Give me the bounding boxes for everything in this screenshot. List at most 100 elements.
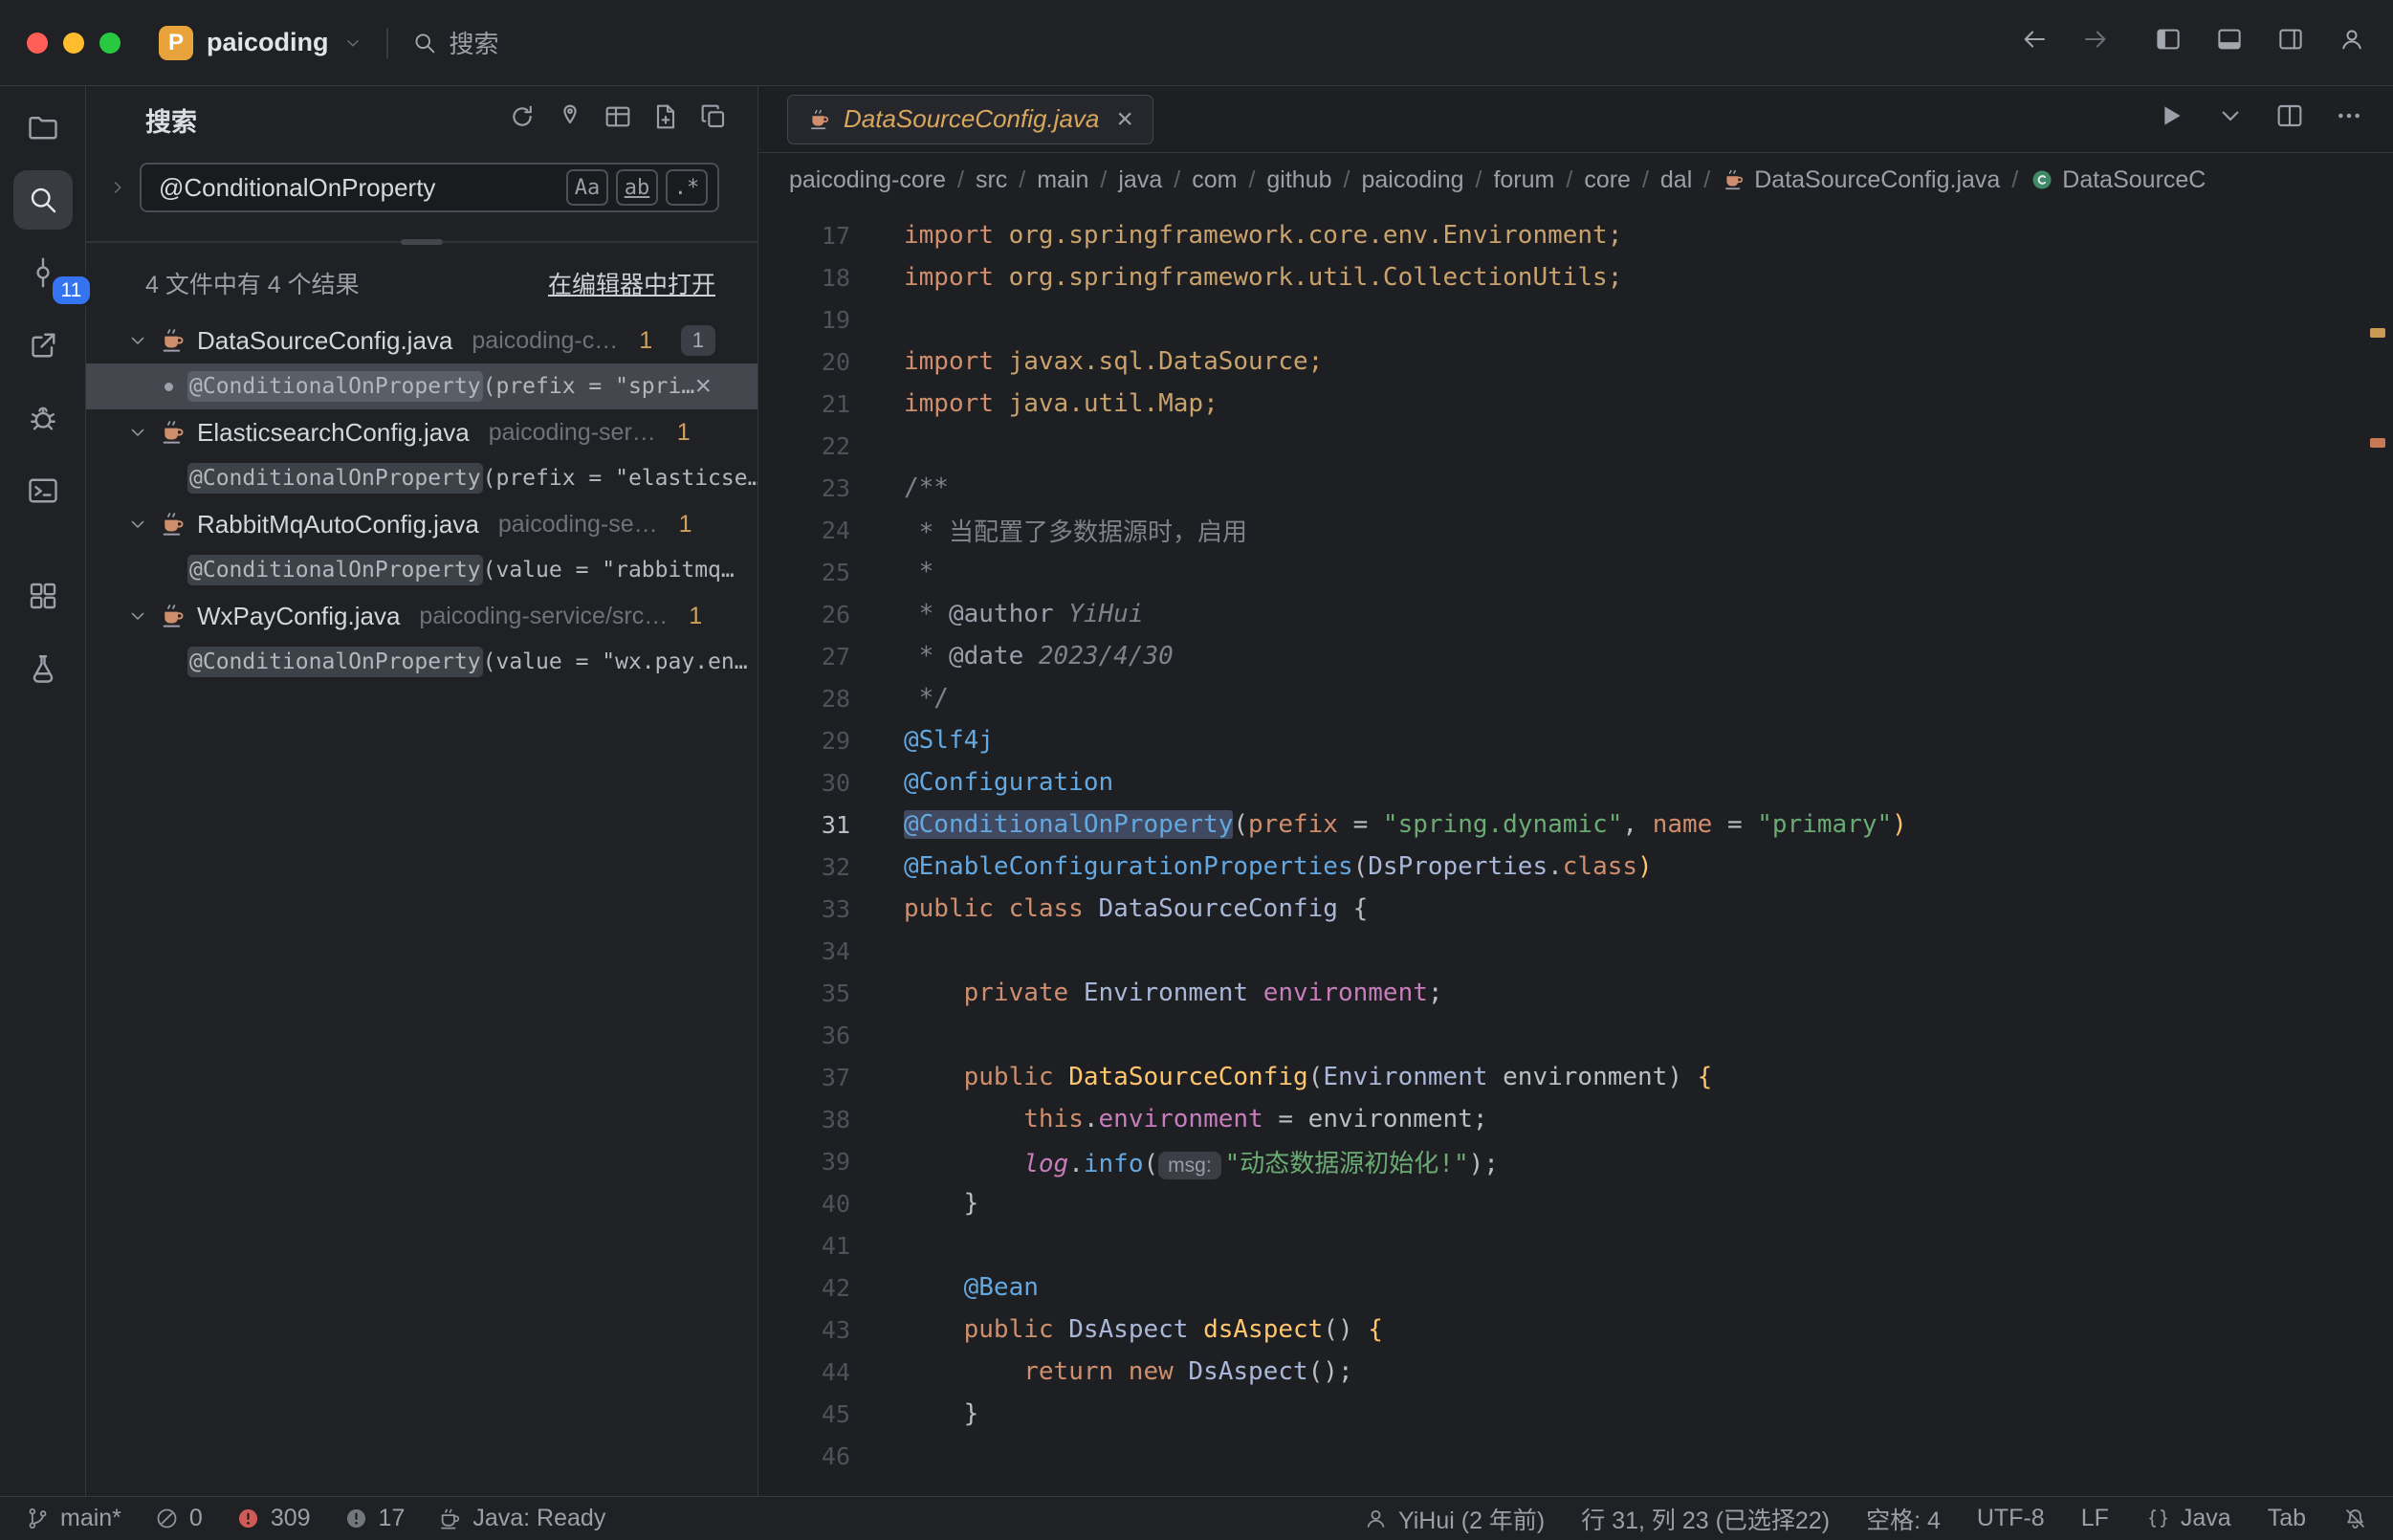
toggle-left-panel-button[interactable] xyxy=(2154,25,2183,60)
file-type[interactable]: Java xyxy=(2145,1505,2231,1532)
regex-toggle[interactable]: .* xyxy=(666,169,708,206)
breadcrumb-item[interactable]: paicoding-core xyxy=(789,166,946,194)
run-button[interactable] xyxy=(2156,100,2186,138)
search-result-file-row[interactable]: DataSourceConfig.javapaicoding-c…11 xyxy=(86,318,757,363)
toggle-bottom-panel-button[interactable] xyxy=(2215,25,2244,60)
activity-plugins-button[interactable] xyxy=(13,566,73,626)
code-line[interactable]: 36 xyxy=(758,1014,2393,1056)
new-file-button[interactable] xyxy=(650,101,681,139)
code-line[interactable]: 17import org.springframework.core.env.En… xyxy=(758,214,2393,256)
code-line[interactable]: 27 * @date 2023/4/30 xyxy=(758,635,2393,677)
code-line[interactable]: 38 this.environment = environment; xyxy=(758,1098,2393,1140)
code-line[interactable]: 26 * @author YiHui xyxy=(758,593,2393,635)
match-case-toggle[interactable]: Aa xyxy=(566,169,608,206)
run-options-button[interactable] xyxy=(2215,100,2246,138)
code-line[interactable]: 45 } xyxy=(758,1393,2393,1435)
code-line[interactable]: 29@Slf4j xyxy=(758,719,2393,761)
fullscreen-window-button[interactable] xyxy=(99,33,121,54)
copy-results-button[interactable] xyxy=(698,101,729,139)
breadcrumb-item[interactable]: com xyxy=(1192,166,1237,194)
breadcrumb-item[interactable]: github xyxy=(1266,166,1331,194)
editor-tab[interactable]: DataSourceConfig.java × xyxy=(787,95,1153,144)
code-line[interactable]: 19 xyxy=(758,298,2393,341)
close-tab-button[interactable]: × xyxy=(1116,105,1133,134)
breadcrumb-item[interactable]: src xyxy=(976,166,1007,194)
code-line[interactable]: 41 xyxy=(758,1224,2393,1266)
breadcrumb-item[interactable]: paicoding xyxy=(1361,166,1463,194)
code-line[interactable]: 30@Configuration xyxy=(758,761,2393,803)
tab-indicator[interactable]: Tab xyxy=(2268,1505,2306,1532)
code-line[interactable]: 40 } xyxy=(758,1182,2393,1224)
code-line[interactable]: 42 @Bean xyxy=(758,1266,2393,1309)
code-line[interactable]: 31@ConditionalOnProperty(prefix = "sprin… xyxy=(758,803,2393,846)
notifications[interactable] xyxy=(2342,1506,2368,1531)
back-button[interactable] xyxy=(2020,25,2049,60)
language-status[interactable]: Java: Ready xyxy=(437,1505,605,1532)
problems-warnings[interactable]: 17 xyxy=(343,1505,406,1532)
breadcrumb-item[interactable]: java xyxy=(1118,166,1162,194)
breadcrumb-item[interactable]: core xyxy=(1584,166,1631,194)
more-options-button[interactable] xyxy=(2334,100,2364,138)
code-line[interactable]: 34 xyxy=(758,930,2393,972)
search-result-file-row[interactable]: WxPayConfig.javapaicoding-service/src…1 xyxy=(86,593,757,639)
forward-button[interactable] xyxy=(2081,25,2110,60)
activity-commit-button[interactable]: 11 xyxy=(13,243,73,302)
code-line[interactable]: 44 return new DsAspect(); xyxy=(758,1351,2393,1393)
panel-splitter[interactable] xyxy=(86,241,757,243)
activity-project-button[interactable] xyxy=(13,98,73,157)
code-line[interactable]: 18import org.springframework.util.Collec… xyxy=(758,256,2393,298)
code-line[interactable]: 21import java.util.Map; xyxy=(758,383,2393,425)
code-line[interactable]: 28 */ xyxy=(758,677,2393,719)
code-line[interactable]: 37 public DataSourceConfig(Environment e… xyxy=(758,1056,2393,1098)
close-window-button[interactable] xyxy=(27,33,48,54)
search-result-match-row[interactable]: @ConditionalOnProperty(value = "wx.pay.e… xyxy=(86,639,757,685)
code-line[interactable]: 46 xyxy=(758,1435,2393,1477)
code-line[interactable]: 22 xyxy=(758,425,2393,467)
breadcrumb-item[interactable]: DataSourceConfig.java xyxy=(1722,166,2000,194)
code-line[interactable]: 33public class DataSourceConfig { xyxy=(758,888,2393,930)
activity-tests-button[interactable] xyxy=(13,639,73,698)
activity-terminal-button[interactable] xyxy=(13,461,73,520)
user-profile-button[interactable] xyxy=(2338,25,2366,60)
breadcrumb-item[interactable]: dal xyxy=(1660,166,1692,194)
search-result-match-row[interactable]: @ConditionalOnProperty(prefix = "spri…× xyxy=(86,363,757,409)
search-result-match-row[interactable]: @ConditionalOnProperty(prefix = "elastic… xyxy=(86,455,757,501)
indent[interactable]: 空格: 4 xyxy=(1866,1502,1941,1536)
remove-result-button[interactable]: × xyxy=(694,370,712,403)
toggle-right-panel-button[interactable] xyxy=(2276,25,2305,60)
activity-share-button[interactable] xyxy=(13,316,73,375)
breadcrumb-item[interactable]: DataSourceC xyxy=(2030,166,2206,194)
project-selector[interactable]: P paicoding xyxy=(159,26,363,60)
search-result-file-row[interactable]: RabbitMqAutoConfig.javapaicoding-se…1 xyxy=(86,501,757,547)
caret-position[interactable]: 行 31, 列 23 (已选择22) xyxy=(1581,1502,1830,1536)
encoding[interactable]: UTF-8 xyxy=(1977,1505,2045,1532)
split-editor-button[interactable] xyxy=(2274,100,2305,138)
code-line[interactable]: 43 public DsAspect dsAspect() { xyxy=(758,1309,2393,1351)
expand-replace-chevron-icon[interactable] xyxy=(107,177,128,198)
breadcrumb-item[interactable]: main xyxy=(1037,166,1088,194)
code-line[interactable]: 35 private Environment environment; xyxy=(758,972,2393,1014)
problems-errors[interactable]: 309 xyxy=(235,1505,311,1532)
activity-debug-button[interactable] xyxy=(13,388,73,448)
breadcrumb-item[interactable]: forum xyxy=(1493,166,1554,194)
code-area[interactable]: 17import org.springframework.core.env.En… xyxy=(758,207,2393,1496)
branch-widget[interactable]: main* xyxy=(25,1505,121,1532)
pin-button[interactable] xyxy=(555,101,585,139)
code-line[interactable]: 24 * 当配置了多数据源时，启用 xyxy=(758,509,2393,551)
code-line[interactable]: 25 * xyxy=(758,551,2393,593)
grid-view-button[interactable] xyxy=(603,101,633,139)
open-in-editor-link[interactable]: 在编辑器中打开 xyxy=(548,266,715,300)
vcs-author[interactable]: YiHui (2 年前) xyxy=(1363,1502,1545,1536)
activity-search-button[interactable] xyxy=(13,170,73,230)
line-separator[interactable]: LF xyxy=(2081,1505,2109,1532)
code-line[interactable]: 32@EnableConfigurationProperties(DsPrope… xyxy=(758,846,2393,888)
search-result-match-row[interactable]: @ConditionalOnProperty(value = "rabbitmq… xyxy=(86,547,757,593)
problems-none[interactable]: 0 xyxy=(154,1505,203,1532)
refresh-button[interactable] xyxy=(507,101,538,139)
global-search-button[interactable]: 搜索 xyxy=(411,25,499,60)
search-input[interactable]: @ConditionalOnProperty Aaab.* xyxy=(140,163,719,212)
minimize-window-button[interactable] xyxy=(63,33,84,54)
search-result-file-row[interactable]: ElasticsearchConfig.javapaicoding-ser…1 xyxy=(86,409,757,455)
code-line[interactable]: 39 log.info(msg:"动态数据源初始化!"); xyxy=(758,1140,2393,1182)
code-line[interactable]: 20import javax.sql.DataSource; xyxy=(758,341,2393,383)
